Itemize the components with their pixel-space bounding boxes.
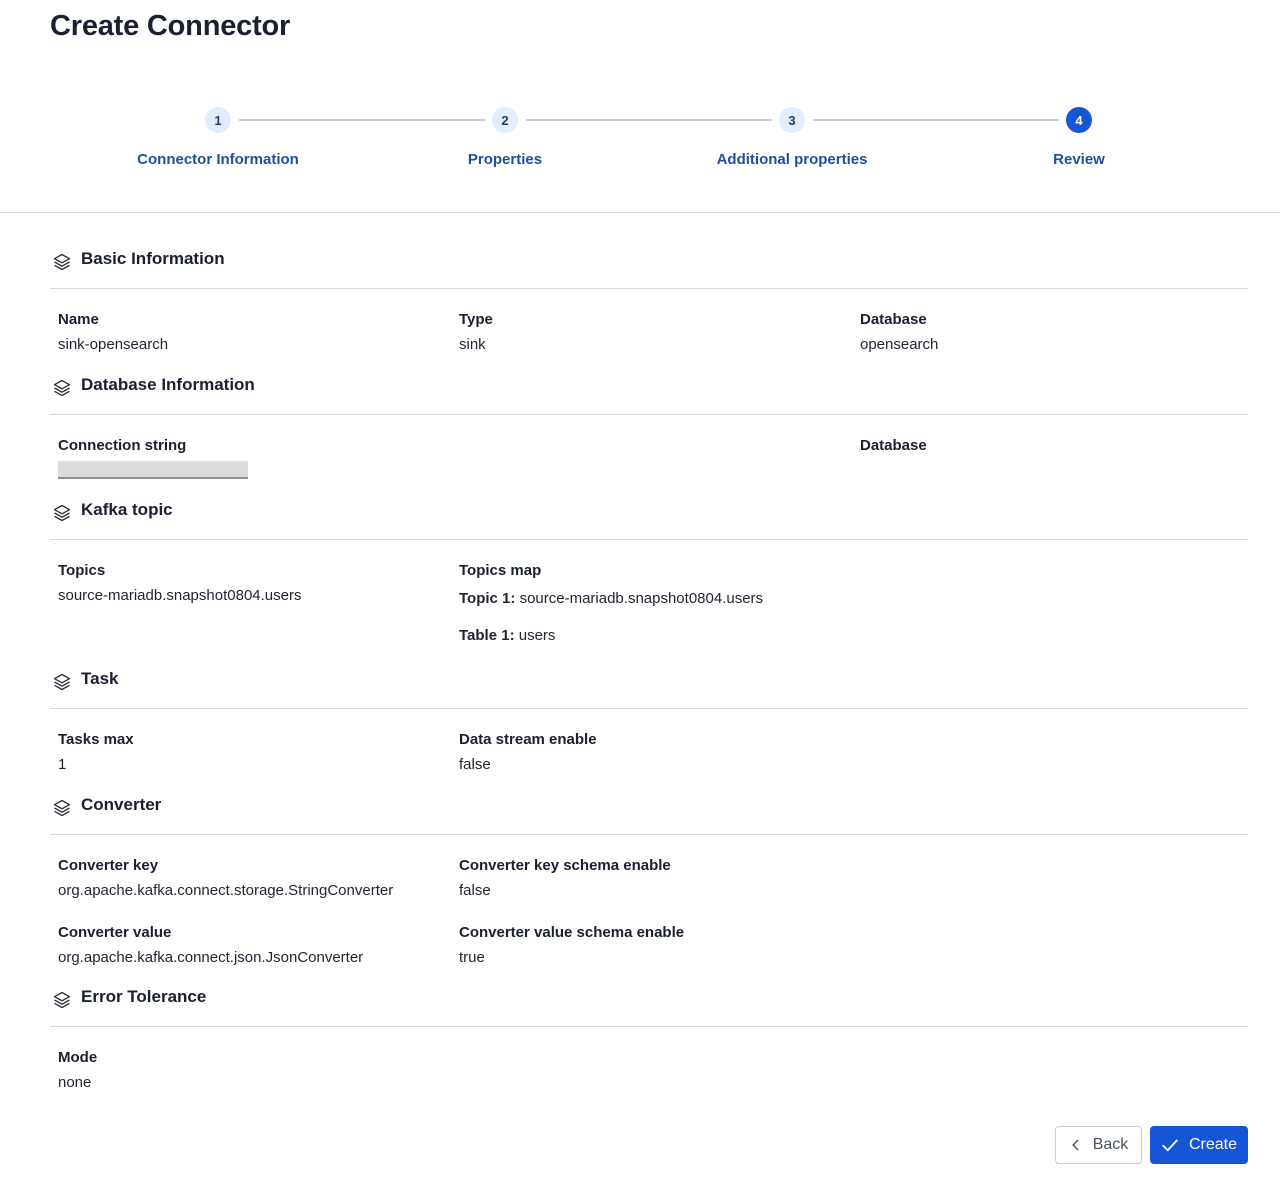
field-value-mode: none	[58, 1074, 92, 1091]
step-number: 2	[492, 107, 518, 133]
step-number: 4	[1066, 107, 1092, 133]
step-number: 1	[205, 107, 231, 133]
field-value-converter-key: org.apache.kafka.connect.storage.StringC…	[58, 882, 394, 899]
section-title: Database Information	[81, 375, 255, 394]
field-value-type: sink	[459, 336, 486, 353]
field-label-connection-string: Connection string	[58, 437, 187, 454]
step-connector-information[interactable]: 1 Connector Information	[88, 100, 348, 168]
stepper-divider	[0, 212, 1280, 213]
topics-map-topic-1: Topic 1: source-mariadb.snapshot0804.use…	[459, 590, 763, 607]
step-number: 3	[779, 107, 805, 133]
layers-icon	[53, 991, 71, 1009]
field-value-name: sink-opensearch	[58, 336, 169, 353]
field-label-topics-map: Topics map	[459, 562, 542, 579]
topic-1-value: source-mariadb.snapshot0804.users	[519, 590, 764, 607]
table-1-value: users	[518, 627, 556, 644]
check-icon	[1162, 1139, 1178, 1152]
redacted-connection-string	[58, 461, 248, 479]
page-title: Create Connector	[50, 10, 291, 42]
section-title: Error Tolerance	[81, 987, 207, 1006]
step-label: Properties	[467, 151, 543, 168]
topic-1-key: Topic 1:	[459, 590, 516, 607]
layers-icon	[53, 673, 71, 691]
step-label: Review	[1053, 151, 1105, 168]
table-1-key: Table 1:	[459, 627, 515, 644]
step-label: Additional properties	[716, 151, 868, 168]
field-label-database: Database	[860, 437, 927, 454]
step-review[interactable]: 4 Review	[949, 100, 1209, 168]
field-value-converter-value-schema: true	[459, 949, 485, 966]
section-kafka-topic: Kafka topic	[50, 500, 1248, 540]
layers-icon	[53, 799, 71, 817]
create-button[interactable]: Create	[1150, 1126, 1248, 1164]
section-basic-information: Basic Information	[50, 249, 1248, 289]
step-label: Connector Information	[137, 151, 299, 168]
topics-map-table-1: Table 1: users	[459, 627, 555, 644]
field-label-tasks-max: Tasks max	[58, 731, 134, 748]
layers-icon	[53, 379, 71, 397]
field-value-tasks-max: 1	[58, 756, 67, 773]
field-label-type: Type	[459, 311, 493, 328]
create-button-label: Create	[1188, 1136, 1238, 1153]
section-title: Kafka topic	[81, 500, 173, 519]
field-label-mode: Mode	[58, 1049, 98, 1066]
field-label-converter-value: Converter value	[58, 924, 172, 941]
field-label-topics: Topics	[58, 562, 106, 579]
field-value-data-stream-enable: false	[459, 756, 491, 773]
stepper: 1 Connector Information 2 Properties 3 A…	[0, 100, 1280, 180]
field-value-topics: source-mariadb.snapshot0804.users	[58, 587, 302, 604]
section-error-tolerance: Error Tolerance	[50, 987, 1248, 1027]
field-label-converter-value-schema: Converter value schema enable	[459, 924, 685, 941]
back-button[interactable]: Back	[1055, 1126, 1142, 1164]
chevron-left-icon	[1072, 1139, 1079, 1151]
back-button-label: Back	[1092, 1136, 1129, 1153]
section-converter: Converter	[50, 795, 1248, 835]
field-label-database: Database	[860, 311, 927, 328]
field-value-converter-key-schema: false	[459, 882, 491, 899]
step-additional-properties[interactable]: 3 Additional properties	[662, 100, 922, 168]
field-label-data-stream-enable: Data stream enable	[459, 731, 597, 748]
section-title: Converter	[81, 795, 162, 814]
section-title: Task	[81, 669, 119, 688]
section-database-information: Database Information	[50, 375, 1248, 415]
section-title: Basic Information	[81, 249, 225, 268]
field-value-database: opensearch	[860, 336, 939, 353]
step-properties[interactable]: 2 Properties	[375, 100, 635, 168]
layers-icon	[53, 253, 71, 271]
field-label-converter-key: Converter key	[58, 857, 159, 874]
field-label-converter-key-schema: Converter key schema enable	[459, 857, 671, 874]
layers-icon	[53, 504, 71, 522]
field-label-name: Name	[58, 311, 99, 328]
field-value-converter-value: org.apache.kafka.connect.json.JsonConver…	[58, 949, 364, 966]
section-task: Task	[50, 669, 1248, 709]
